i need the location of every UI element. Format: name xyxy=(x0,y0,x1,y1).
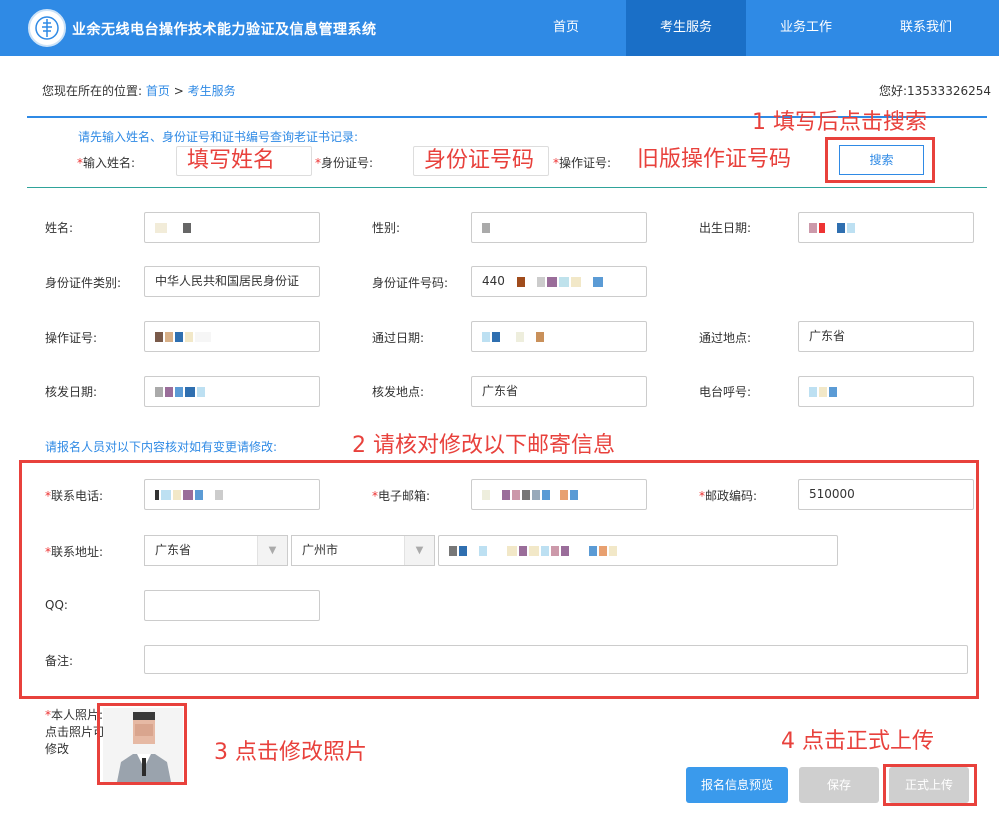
highlight-photo xyxy=(97,703,187,785)
user-greeting: 您好:13533326254 xyxy=(879,82,991,99)
idtype-label: 身份证件类别: xyxy=(45,276,122,290)
search-cert-label: *操作证号: xyxy=(553,156,612,170)
cert-field xyxy=(144,321,320,352)
nav-contact[interactable]: 联系我们 xyxy=(866,0,986,56)
mail-hint: 请报名人员对以下内容核对如有变更请修改: xyxy=(45,440,278,454)
pass-place-field: 广东省 xyxy=(798,321,974,352)
breadcrumb: 您现在所在的位置: 首页 > 考生服务 xyxy=(42,82,236,99)
idno-label: 身份证件号码: xyxy=(372,276,449,290)
annotation-step3: 3 点击修改照片 xyxy=(214,740,367,765)
search-name-label: *输入姓名: xyxy=(77,156,136,170)
preview-button[interactable]: 报名信息预览 xyxy=(686,767,788,803)
site-title: 业余无线电台操作技术能力验证及信息管理系统 xyxy=(72,22,377,38)
save-button[interactable]: 保存 xyxy=(799,767,879,803)
name-label: 姓名: xyxy=(45,221,74,235)
email-input[interactable] xyxy=(471,479,647,510)
chevron-down-icon: ▼ xyxy=(404,536,434,565)
breadcrumb-separator: > xyxy=(173,84,184,98)
nav-business[interactable]: 业务工作 xyxy=(746,0,866,56)
callsign-field xyxy=(798,376,974,407)
name-field xyxy=(144,212,320,243)
search-id-label: *身份证号: xyxy=(315,156,374,170)
idtype-field: 中华人民共和国居民身份证 xyxy=(144,266,320,297)
annotation-step4: 4 点击正式上传 xyxy=(781,729,934,754)
issue-place-label: 核发地点: xyxy=(372,385,425,399)
address-label: *联系地址: xyxy=(45,545,104,559)
search-hint: 请先输入姓名、身份证号和证书编号查询老证书记录: xyxy=(78,130,359,144)
address-input[interactable] xyxy=(438,535,838,566)
zip-label: *邮政编码: xyxy=(699,489,758,503)
remark-input[interactable] xyxy=(144,645,968,674)
annotation-step1: 1 填写后点击搜索 xyxy=(752,110,927,135)
email-label: *电子邮箱: xyxy=(372,489,431,503)
callsign-label: 电台呼号: xyxy=(699,385,752,399)
qq-label: QQ: xyxy=(45,598,68,612)
gender-label: 性别: xyxy=(372,221,401,235)
cert-label: 操作证号: xyxy=(45,331,98,345)
chevron-down-icon: ▼ xyxy=(257,536,287,565)
top-header: 业余无线电台操作技术能力验证及信息管理系统 首页 考生服务 业务工作 联系我们 xyxy=(0,0,999,56)
contact-phone-input[interactable] xyxy=(144,479,320,510)
pass-place-label: 通过地点: xyxy=(699,331,752,345)
nav-student-service[interactable]: 考生服务 xyxy=(626,0,746,56)
greeting-text: 您好: xyxy=(878,84,908,98)
search-id-input[interactable]: 身份证号码 xyxy=(413,146,549,176)
highlight-submit xyxy=(883,764,977,806)
breadcrumb-current[interactable]: 考生服务 xyxy=(188,84,236,98)
idno-field: 440 xyxy=(471,266,647,297)
site-logo xyxy=(28,9,66,47)
zip-input[interactable]: 510000 xyxy=(798,479,974,510)
birth-label: 出生日期: xyxy=(699,221,752,235)
pass-date-field xyxy=(471,321,647,352)
user-phone: 13533326254 xyxy=(907,84,991,98)
annotation-step2: 2 请核对修改以下邮寄信息 xyxy=(352,433,615,458)
issue-place-field: 广东省 xyxy=(471,376,647,407)
photo-label: *本人照片: 点击照片可 修改 xyxy=(45,708,106,756)
breadcrumb-home-link[interactable]: 首页 xyxy=(146,84,170,98)
birth-field xyxy=(798,212,974,243)
nav-home[interactable]: 首页 xyxy=(506,0,626,56)
contact-phone-label: *联系电话: xyxy=(45,489,104,503)
pass-date-label: 通过日期: xyxy=(372,331,425,345)
remark-label: 备注: xyxy=(45,654,74,668)
qq-input[interactable] xyxy=(144,590,320,621)
city-select[interactable]: 广州市 ▼ xyxy=(291,535,435,566)
gender-field xyxy=(471,212,647,243)
breadcrumb-prefix: 您现在所在的位置: xyxy=(42,84,143,98)
search-name-input[interactable]: 填写姓名 xyxy=(176,146,312,176)
highlight-search xyxy=(825,137,935,183)
search-cert-input[interactable]: 旧版操作证号码 xyxy=(635,146,803,176)
issue-date-field xyxy=(144,376,320,407)
province-select[interactable]: 广东省 ▼ xyxy=(144,535,288,566)
divider-search xyxy=(27,187,987,188)
issue-date-label: 核发日期: xyxy=(45,385,98,399)
